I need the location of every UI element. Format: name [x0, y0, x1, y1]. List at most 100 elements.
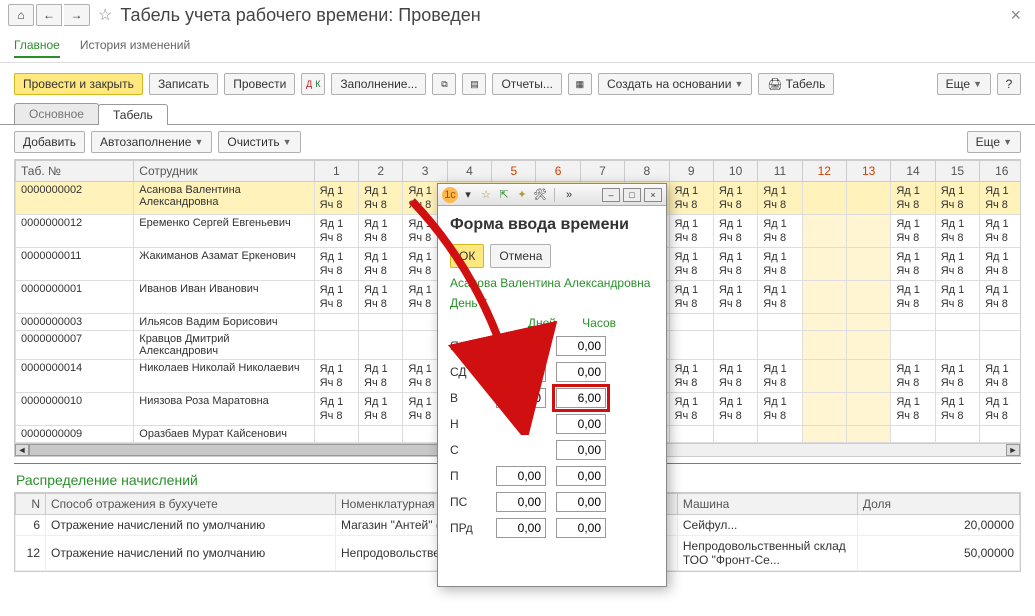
cell-day-13[interactable]	[846, 360, 890, 393]
cell-day-10[interactable]: Яд 1Яч 8	[713, 393, 757, 426]
col-tabnum[interactable]: Таб. №	[16, 161, 134, 182]
cell-day-16[interactable]	[980, 426, 1021, 443]
cell-day-13[interactable]	[846, 182, 890, 215]
clear-button[interactable]: Очистить▼	[218, 131, 300, 153]
cell-day-13[interactable]	[846, 393, 890, 426]
cell-day-12[interactable]	[802, 426, 846, 443]
cell-day-9[interactable]	[669, 426, 713, 443]
hours-input-С[interactable]	[556, 440, 606, 460]
cell-day-15[interactable]: Яд 1Яч 8	[935, 215, 979, 248]
cell-day-16[interactable]: Яд 1Яч 8	[980, 248, 1021, 281]
col-day-2[interactable]: 2	[359, 161, 403, 182]
toolbar-icon-3[interactable]: ▦	[568, 73, 592, 95]
cell-day-1[interactable]: Яд 1Яч 8	[314, 281, 358, 314]
cell-day-9[interactable]: Яд 1Яч 8	[669, 215, 713, 248]
cell-day-2[interactable]: Яд 1Яч 8	[359, 182, 403, 215]
cell-day-10[interactable]	[713, 314, 757, 331]
more-button[interactable]: Еще▼	[937, 73, 991, 95]
hours-input-В[interactable]	[556, 388, 606, 408]
tab-main[interactable]: Главное	[14, 34, 60, 58]
cell-day-16[interactable]: Яд 1Яч 8	[980, 281, 1021, 314]
save-button[interactable]: Записать	[149, 73, 218, 95]
cell-day-14[interactable]	[891, 314, 935, 331]
cell-day-2[interactable]: Яд 1Яч 8	[359, 360, 403, 393]
cell-day-2[interactable]: Яд 1Яч 8	[359, 281, 403, 314]
days-input-П[interactable]	[496, 466, 546, 486]
help-button[interactable]: ?	[997, 73, 1021, 95]
col-employee[interactable]: Сотрудник	[134, 161, 314, 182]
tool-icon[interactable]: 🛠	[532, 187, 548, 203]
tab-history[interactable]: История изменений	[80, 34, 190, 58]
cell-day-14[interactable]: Яд 1Яч 8	[891, 182, 935, 215]
cell-day-11[interactable]: Яд 1Яч 8	[758, 360, 802, 393]
cell-day-11[interactable]: Яд 1Яч 8	[758, 182, 802, 215]
cell-day-15[interactable]	[935, 331, 979, 360]
favorite-icon[interactable]: ☆	[478, 187, 494, 203]
alloc-col-4[interactable]: Машина	[677, 494, 857, 515]
reports-button[interactable]: Отчеты...	[492, 73, 561, 95]
cell-day-15[interactable]	[935, 426, 979, 443]
col-day-6[interactable]: 6	[536, 161, 580, 182]
cell-day-16[interactable]: Яд 1Яч 8	[980, 215, 1021, 248]
subtab-timesheet[interactable]: Табель	[98, 104, 168, 125]
subtab-main[interactable]: Основное	[14, 103, 99, 124]
col-day-15[interactable]: 15	[935, 161, 979, 182]
close-button[interactable]: ×	[1004, 5, 1027, 26]
autofill-button[interactable]: Автозаполнение▼	[91, 131, 212, 153]
cell-day-2[interactable]	[359, 426, 403, 443]
col-day-9[interactable]: 9	[669, 161, 713, 182]
add-button[interactable]: Добавить	[14, 131, 85, 153]
more-button-2[interactable]: Еще▼	[967, 131, 1021, 153]
col-day-4[interactable]: 4	[447, 161, 491, 182]
star-plus-icon[interactable]: ✦	[514, 187, 530, 203]
cell-day-12[interactable]	[802, 215, 846, 248]
col-day-14[interactable]: 14	[891, 161, 935, 182]
toolbar-icon-2[interactable]: ▤	[462, 73, 486, 95]
col-day-1[interactable]: 1	[314, 161, 358, 182]
col-day-12[interactable]: 12	[802, 161, 846, 182]
scroll-right-button[interactable]: ►	[1006, 444, 1020, 456]
hours-input-СД[interactable]	[556, 362, 606, 382]
cell-day-9[interactable]	[669, 331, 713, 360]
cell-day-13[interactable]	[846, 426, 890, 443]
cell-day-2[interactable]: Яд 1Яч 8	[359, 215, 403, 248]
cell-day-1[interactable]: Яд 1Яч 8	[314, 182, 358, 215]
cell-day-12[interactable]	[802, 248, 846, 281]
home-button[interactable]: ⌂	[8, 4, 34, 26]
cell-day-16[interactable]	[980, 331, 1021, 360]
cell-day-11[interactable]	[758, 331, 802, 360]
hours-input-ПРд[interactable]	[556, 518, 606, 538]
cell-day-13[interactable]	[846, 281, 890, 314]
cell-day-10[interactable]: Яд 1Яч 8	[713, 248, 757, 281]
col-day-5[interactable]: 5	[492, 161, 536, 182]
print-button[interactable]: 🖨Табель	[758, 73, 834, 95]
forward-button[interactable]: →	[64, 4, 90, 26]
link-icon[interactable]: ⇱	[496, 187, 512, 203]
cell-day-2[interactable]	[359, 331, 403, 360]
cell-day-11[interactable]	[758, 314, 802, 331]
cell-day-1[interactable]	[314, 426, 358, 443]
cell-day-10[interactable]	[713, 426, 757, 443]
cell-day-9[interactable]: Яд 1Яч 8	[669, 393, 713, 426]
alloc-col-5[interactable]: Доля	[857, 494, 1019, 515]
toolbar-icon-1[interactable]: ⧉	[432, 73, 456, 95]
cell-day-10[interactable]: Яд 1Яч 8	[713, 215, 757, 248]
cell-day-1[interactable]: Яд 1Яч 8	[314, 248, 358, 281]
ok-button[interactable]: ОК	[450, 244, 484, 268]
cell-day-15[interactable]: Яд 1Яч 8	[935, 393, 979, 426]
cell-day-9[interactable]: Яд 1Яч 8	[669, 360, 713, 393]
hours-input-П[interactable]	[556, 466, 606, 486]
cell-day-15[interactable]: Яд 1Яч 8	[935, 360, 979, 393]
submit-button[interactable]: Провести	[224, 73, 295, 95]
cell-day-9[interactable]: Яд 1Яч 8	[669, 248, 713, 281]
hours-input-Я[interactable]	[556, 336, 606, 356]
cell-day-15[interactable]: Яд 1Яч 8	[935, 182, 979, 215]
col-day-8[interactable]: 8	[625, 161, 669, 182]
cell-day-15[interactable]: Яд 1Яч 8	[935, 248, 979, 281]
submit-close-button[interactable]: Провести и закрыть	[14, 73, 143, 95]
cell-day-9[interactable]: Яд 1Яч 8	[669, 281, 713, 314]
alloc-col-1[interactable]: Способ отражения в бухучете	[46, 494, 336, 515]
cell-day-12[interactable]	[802, 314, 846, 331]
cell-day-13[interactable]	[846, 331, 890, 360]
cell-day-1[interactable]: Яд 1Яч 8	[314, 360, 358, 393]
